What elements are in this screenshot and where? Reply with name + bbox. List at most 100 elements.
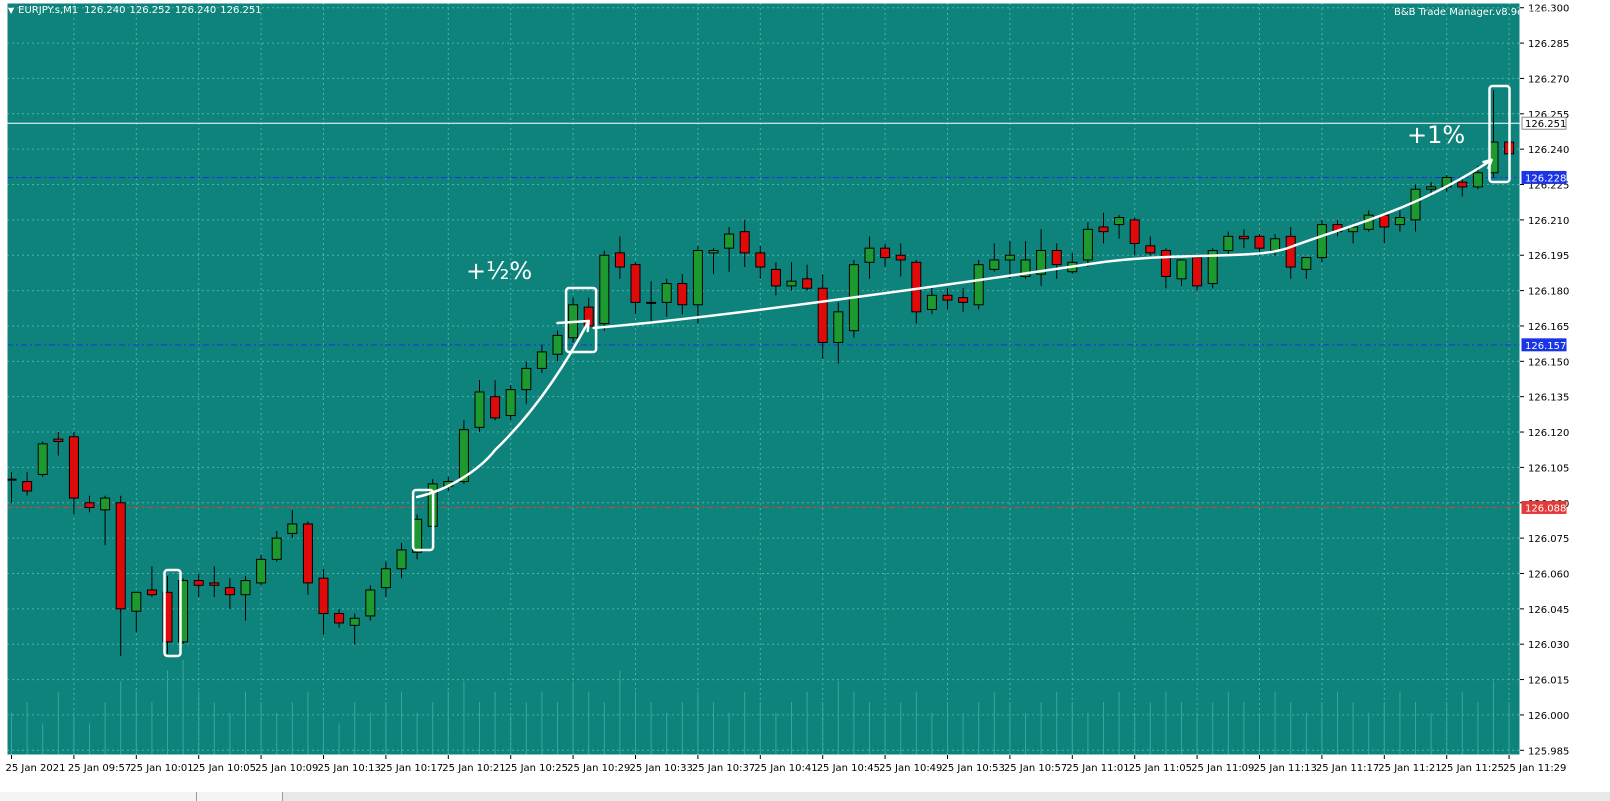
y-tick-label: 126.015 [1528, 676, 1569, 687]
candle-body [349, 617, 360, 626]
candle-body [131, 591, 142, 612]
x-tick-label: 25 Jan 10:17 [380, 763, 443, 774]
candle-body [302, 523, 313, 584]
y-tick-label: 126.240 [1528, 145, 1569, 156]
x-tick-label: 25 Jan 10:01 [130, 763, 193, 774]
candle-body [895, 254, 906, 261]
candle-body [115, 502, 126, 610]
candle-body [365, 589, 376, 617]
candle-body [1192, 257, 1203, 287]
candle-body [833, 311, 844, 343]
candle-body [53, 438, 64, 442]
candle-body [1129, 219, 1140, 244]
smiley-icon: ☺ [1543, 7, 1554, 18]
candle-body [614, 252, 625, 268]
candle-body [973, 264, 984, 306]
collapse-arrow-icon[interactable]: ▼ [8, 6, 14, 15]
y-tick-label: 126.135 [1528, 393, 1569, 404]
y-tick-label: 126.000 [1528, 711, 1569, 722]
y-tick-label: 126.180 [1528, 287, 1569, 298]
candle-body [1114, 217, 1125, 226]
x-tick-label: 25 Jan 11:09 [1191, 763, 1254, 774]
candle-body [287, 523, 298, 534]
x-tick-label: 25 Jan 10:57 [1004, 763, 1067, 774]
close-value: 126.251 [220, 5, 262, 16]
x-tick-label: 25 Jan 11:21 [1378, 763, 1441, 774]
candle-body [989, 259, 1000, 270]
candle-body [1285, 235, 1296, 268]
candle-body [396, 549, 407, 570]
high-value: 126.252 [129, 5, 171, 16]
candle-body [630, 264, 641, 303]
candle-body [6, 478, 17, 481]
y-tick-label: 126.270 [1528, 74, 1569, 85]
candle-body [692, 250, 703, 306]
candle-body [521, 367, 532, 391]
candle-body [22, 481, 33, 492]
candle-body [474, 391, 485, 428]
symbol-label: EURJPY.s,M1 [18, 5, 79, 16]
x-tick-label: 25 Jan 10:13 [318, 763, 381, 774]
y-tick-label: 126.195 [1528, 251, 1569, 262]
y-tick-label: 126.045 [1528, 605, 1569, 616]
candle-body [677, 283, 688, 306]
chart-tab-2[interactable] [197, 792, 283, 801]
x-tick-label: 25 Jan 10:41 [754, 763, 817, 774]
candle-body [599, 254, 610, 325]
candle-body [1238, 235, 1249, 240]
candle-body [1160, 250, 1171, 277]
annotation-half-percent: +½% [466, 257, 532, 285]
candle-body [911, 261, 922, 313]
candle-body [942, 294, 953, 301]
candle-body [646, 301, 657, 304]
price-chart[interactable]: +½% +1% 126.300126.285126.270126.255126.… [0, 0, 1610, 801]
plot-background [7, 3, 1520, 755]
x-tick-label: 25 Jan 10:33 [630, 763, 693, 774]
candle-body [146, 589, 157, 596]
chart-window[interactable]: +½% +1% 126.300 126.285 126.270 126.255 126.… [0, 0, 1610, 801]
candle-body [802, 278, 813, 289]
y-tick-label: 126.060 [1528, 569, 1569, 580]
candle-body [271, 537, 282, 560]
candle-body [84, 502, 95, 508]
ohlc-values: 126.240 126.252 126.240 126.251 [84, 5, 265, 16]
candle-body [1301, 257, 1312, 270]
candle-body [1270, 238, 1281, 252]
indicator-label: B&B Trade Manager.v8.9exec ☺ [1393, 7, 1554, 18]
candle-body [817, 287, 828, 343]
candle-body [256, 558, 267, 584]
x-tick-label: 25 Jan 10:09 [255, 763, 318, 774]
candle-body [958, 297, 969, 303]
open-value: 126.240 [84, 5, 126, 16]
candle-body [880, 247, 891, 259]
candle-body [224, 587, 235, 596]
candle-body [1098, 226, 1109, 233]
y-tick-label: 126.105 [1528, 463, 1569, 474]
x-tick-label: 25 Jan 10:21 [442, 763, 505, 774]
candle-body [1004, 254, 1015, 261]
candle-body [1426, 186, 1437, 190]
x-tick-label: 25 Jan 10:05 [193, 763, 256, 774]
candle-body [334, 613, 345, 624]
candle-body [1316, 224, 1327, 259]
candle-body [1472, 172, 1483, 188]
y-tick-label: 126.030 [1528, 640, 1569, 651]
x-tick-label: 25 Jan 11:25 [1441, 763, 1504, 774]
candle-body [100, 497, 111, 511]
x-tick-label: 25 Jan 11:13 [1254, 763, 1317, 774]
y-tick-label: 126.120 [1528, 428, 1569, 439]
x-tick-label: 25 Jan 11:29 [1503, 763, 1566, 774]
candle-body [505, 389, 516, 417]
candle-body [380, 568, 391, 589]
candle-body [755, 252, 766, 268]
candle-body [1379, 214, 1390, 228]
candle-body [209, 582, 220, 586]
x-tick-label: 25 Jan 10:25 [505, 763, 568, 774]
candle-body [864, 247, 875, 263]
candle-body [240, 580, 251, 596]
chart-tab-1[interactable] [0, 792, 197, 801]
candle-body [552, 334, 563, 355]
candle-body [1223, 235, 1234, 252]
x-tick-label: 25 Jan 10:45 [817, 763, 880, 774]
left-margin [0, 0, 7, 801]
